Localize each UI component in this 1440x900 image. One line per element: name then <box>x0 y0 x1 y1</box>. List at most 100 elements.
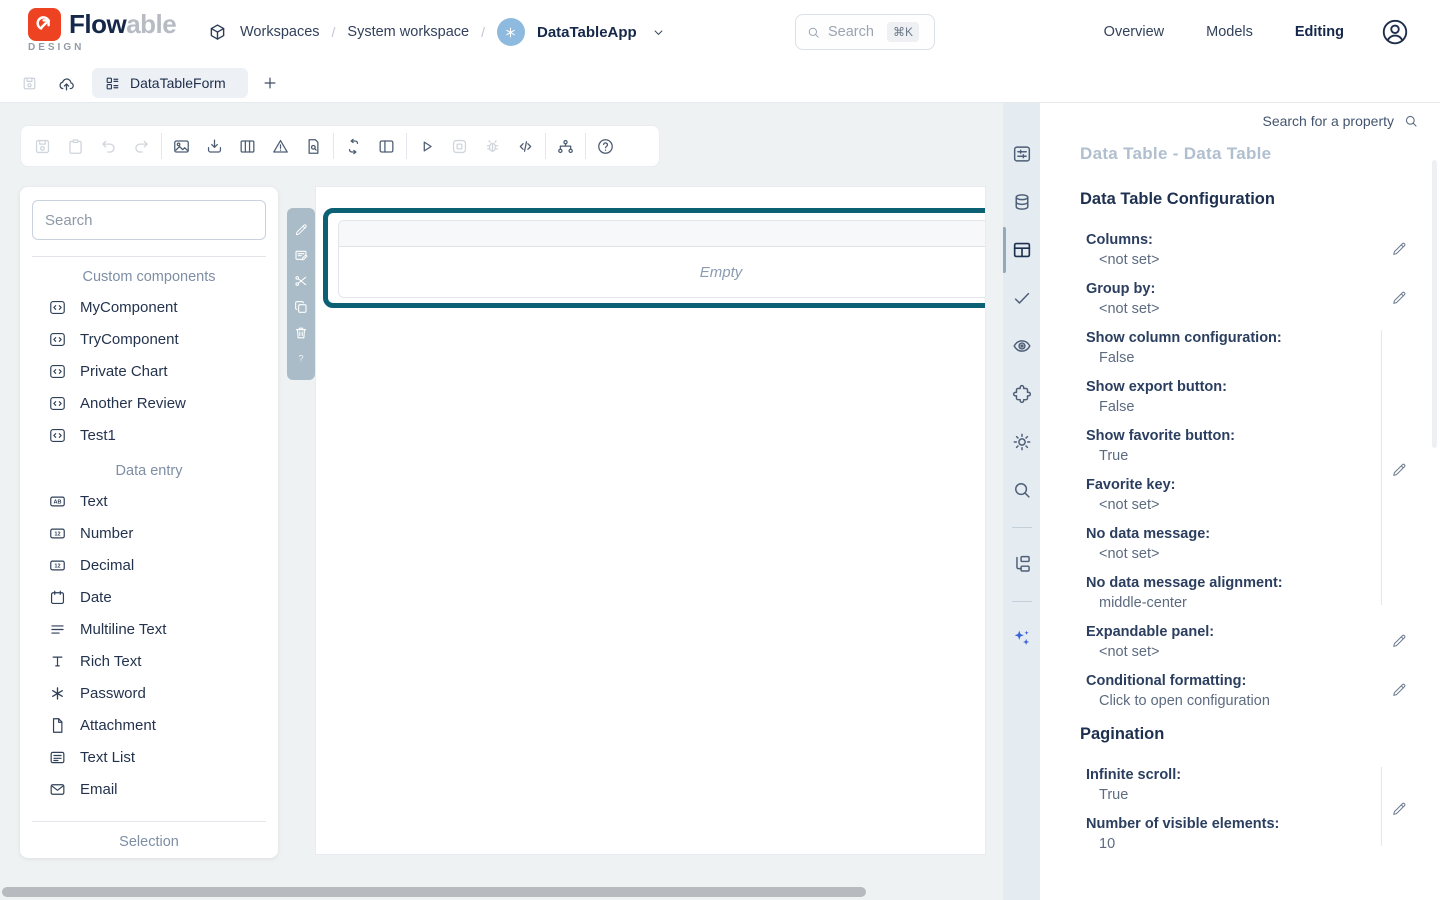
rich-text-icon <box>48 652 67 671</box>
property-row: Show export button:False <box>1080 377 1370 417</box>
edit-pencil-button[interactable] <box>1390 240 1408 258</box>
palette-item-text[interactable]: ABText <box>20 485 278 517</box>
rail-ai-assistant[interactable] <box>1003 614 1040 662</box>
property-row: Group by:<not set> <box>1080 279 1370 319</box>
rail-components[interactable] <box>1003 370 1040 418</box>
palette-item-test1[interactable]: Test1 <box>20 419 278 451</box>
property-value: <not set> <box>1086 299 1370 319</box>
property-search[interactable]: Search for a property <box>1262 113 1419 129</box>
property-row: Infinite scroll:True <box>1080 765 1370 805</box>
property-value: True <box>1086 446 1370 466</box>
edit-pencil-button[interactable] <box>1390 289 1408 307</box>
image-button[interactable] <box>165 131 198 161</box>
main-area: Custom componentsMyComponentTryComponent… <box>0 103 1440 900</box>
property-row: Favorite key:<not set> <box>1080 475 1370 515</box>
multiline-icon <box>48 620 67 639</box>
edit-pencil-button[interactable] <box>1390 461 1408 479</box>
property-label: Columns: <box>1086 230 1370 250</box>
palette-item-another-review[interactable]: Another Review <box>20 387 278 419</box>
breadcrumb-workspaces[interactable]: Workspaces <box>240 24 320 40</box>
properties-scrollbar[interactable] <box>1432 160 1437 448</box>
undo-icon <box>99 137 118 156</box>
palette-item-rich-text[interactable]: Rich Text <box>20 645 278 677</box>
palette-item-date[interactable]: Date <box>20 581 278 613</box>
palette-item-text-list[interactable]: Text List <box>20 741 278 773</box>
nav-overview[interactable]: Overview <box>1104 24 1164 40</box>
property-row: Show column configuration:False <box>1080 328 1370 368</box>
edit-button[interactable] <box>293 222 309 238</box>
palette-item-label: Email <box>80 781 118 798</box>
publish-icon[interactable] <box>57 74 76 93</box>
property-value: <not set> <box>1086 250 1370 270</box>
palette-item-decimal[interactable]: 12Decimal <box>20 549 278 581</box>
rail-divider <box>1003 588 1040 614</box>
property-row: No data message:<not set> <box>1080 524 1370 564</box>
palette-item-trycomponent[interactable]: TryComponent <box>20 323 278 355</box>
horizontal-scrollbar[interactable] <box>2 887 866 897</box>
cut-button[interactable] <box>293 273 309 289</box>
form-canvas[interactable]: Empty <box>315 186 986 855</box>
rail-data-table-properties[interactable] <box>1003 226 1040 274</box>
doc-preview-button[interactable] <box>297 131 330 161</box>
rail-visibility[interactable] <box>1003 322 1040 370</box>
nav-models[interactable]: Models <box>1206 24 1253 40</box>
delete-button[interactable] <box>293 325 309 341</box>
properties-icon-rail <box>1003 103 1040 900</box>
palette-item-mycomponent[interactable]: MyComponent <box>20 291 278 323</box>
rail-model-tree[interactable] <box>1003 540 1040 588</box>
breadcrumb-workspace[interactable]: System workspace <box>347 24 469 40</box>
play-button[interactable] <box>410 131 443 161</box>
swap-button[interactable] <box>337 131 370 161</box>
rail-general-properties[interactable] <box>1003 130 1040 178</box>
sitemap-button[interactable] <box>549 131 582 161</box>
edit-pencil-button[interactable] <box>1390 632 1408 650</box>
redo-icon <box>132 137 151 156</box>
palette-item-attachment[interactable]: Attachment <box>20 709 278 741</box>
save-model-icon <box>21 75 38 92</box>
columns-button[interactable] <box>231 131 264 161</box>
edit-properties-button[interactable] <box>293 247 309 263</box>
chevron-down-icon[interactable] <box>651 25 666 40</box>
rail-settings[interactable] <box>1003 418 1040 466</box>
palette-item-multiline-text[interactable]: Multiline Text <box>20 613 278 645</box>
side-panel-button[interactable] <box>370 131 403 161</box>
palette-item-label: Date <box>80 589 112 606</box>
code-button[interactable] <box>509 131 542 161</box>
tab-datatableform[interactable]: DataTableForm <box>92 68 248 98</box>
edit-pencil-button[interactable] <box>1390 800 1408 818</box>
global-search-input[interactable] <box>828 24 880 40</box>
edit-pencil-button[interactable] <box>1390 681 1408 699</box>
data-table-empty-state: Empty <box>339 247 986 297</box>
palette-item-private-chart[interactable]: Private Chart <box>20 355 278 387</box>
breadcrumb-app-name[interactable]: DataTableApp <box>537 24 637 41</box>
rail-validation[interactable] <box>1003 274 1040 322</box>
import-button[interactable] <box>198 131 231 161</box>
rail-search[interactable] <box>1003 466 1040 514</box>
palette-search-input[interactable] <box>32 200 266 240</box>
add-tab-button[interactable] <box>261 74 279 92</box>
rail-data-source[interactable] <box>1003 178 1040 226</box>
properties-panel: Search for a property Data Table - Data … <box>1040 103 1440 900</box>
breadcrumb: Workspaces / System workspace / DataTabl… <box>207 0 666 64</box>
palette-item-label: Text List <box>80 749 135 766</box>
palette-item-email[interactable]: Email <box>20 773 278 805</box>
nav-editing[interactable]: Editing <box>1295 24 1344 40</box>
global-search[interactable]: ⌘K <box>795 14 935 50</box>
warning-button[interactable] <box>264 131 297 161</box>
user-avatar-icon[interactable] <box>1380 17 1410 47</box>
help-button[interactable] <box>589 131 622 161</box>
palette-item-password[interactable]: Password <box>20 677 278 709</box>
ab-box-icon: AB <box>48 492 67 511</box>
palette-item-number[interactable]: 12Number <box>20 517 278 549</box>
search-icon <box>1403 113 1419 129</box>
data-table-component-selected[interactable]: Empty <box>323 208 986 308</box>
toolbar-divider <box>406 133 407 159</box>
play-icon <box>417 137 436 156</box>
property-group: Expandable panel:<not set> <box>1080 622 1440 662</box>
property-value: True <box>1086 785 1370 805</box>
property-label: Expandable panel: <box>1086 622 1370 642</box>
check-icon <box>1011 287 1033 309</box>
help-button[interactable]: ? <box>293 350 309 366</box>
num-box-icon: 12 <box>48 556 67 575</box>
duplicate-button[interactable] <box>293 299 309 315</box>
